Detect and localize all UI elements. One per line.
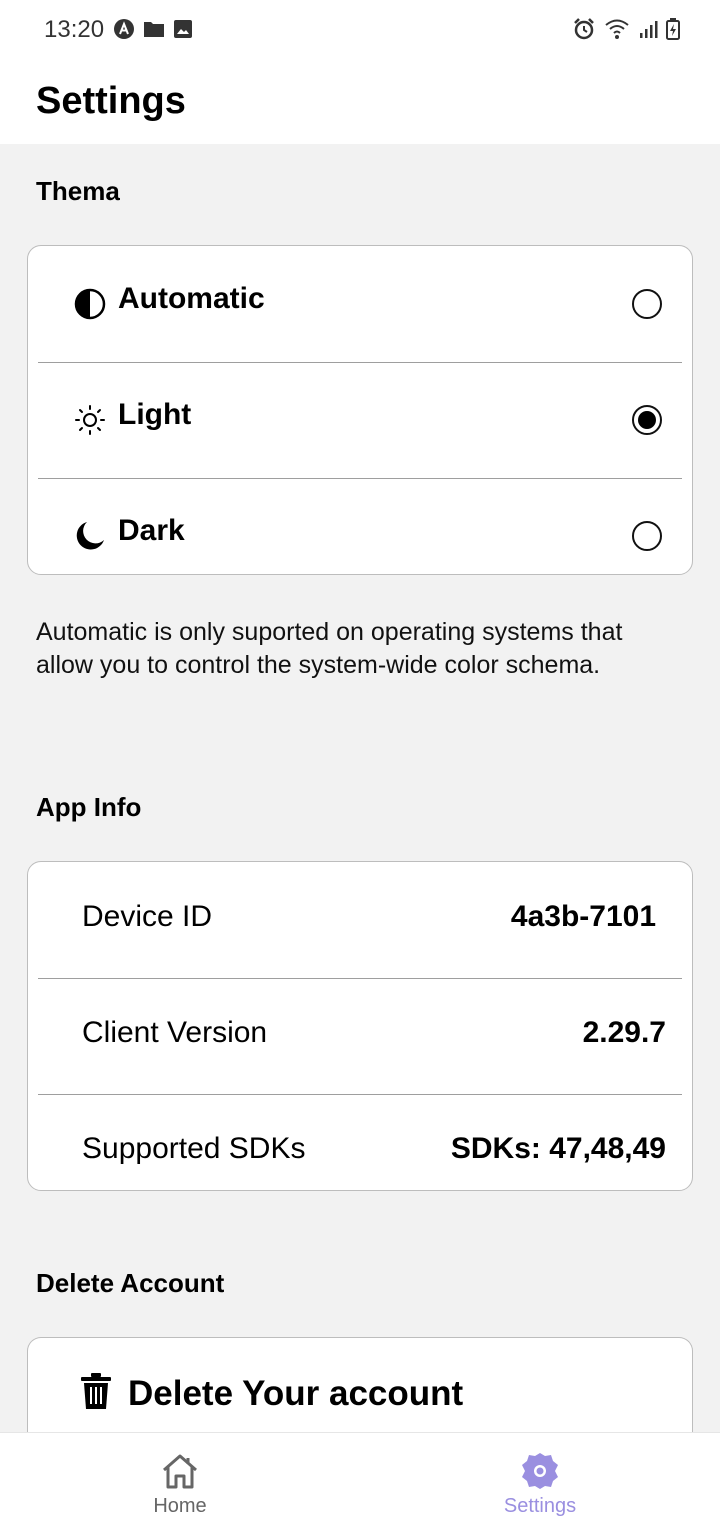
page-title: Settings — [36, 80, 186, 122]
nav-item-settings[interactable]: Settings — [440, 1433, 640, 1520]
theme-option-light[interactable]: Light — [28, 362, 692, 478]
theme-radio-automatic[interactable] — [632, 289, 662, 319]
delete-section-title: Delete Account — [36, 1268, 225, 1298]
info-row-supported-sdks: Supported SDKs SDKs: 47,48,49 — [28, 1094, 692, 1190]
info-value: 4a3b-7101 — [510, 900, 656, 933]
theme-section-title: Thema — [36, 176, 120, 206]
info-key: Supported SDKs — [82, 1132, 306, 1165]
app-bar: Settings — [0, 60, 720, 144]
info-key: Client Version — [82, 1016, 268, 1049]
app-info-section-title: App Info — [36, 792, 142, 822]
moon-icon — [76, 522, 104, 550]
trash-icon — [81, 1373, 111, 1409]
info-value: 2.29.7 — [582, 1016, 666, 1049]
alarm-icon — [574, 18, 594, 40]
info-row-client-version: Client Version 2.29.7 — [28, 978, 692, 1094]
wifi-icon — [605, 19, 629, 39]
home-icon — [163, 1454, 197, 1489]
status-time: 13:20 — [44, 16, 105, 43]
battery-charging-icon — [666, 18, 680, 40]
nav-item-home[interactable]: Home — [80, 1433, 280, 1520]
theme-card: Automatic Light Dark — [27, 245, 693, 575]
theme-radio-dark[interactable] — [632, 521, 662, 551]
gear-icon — [522, 1453, 558, 1489]
nav-label-home: Home — [153, 1495, 207, 1517]
delete-account-label: Delete Your account — [128, 1374, 464, 1413]
folder-icon — [144, 22, 164, 37]
signal-icon — [640, 21, 658, 38]
info-key: Device ID — [82, 900, 213, 933]
bottom-navigation: Home Settings — [0, 1432, 720, 1520]
theme-option-label: Dark — [118, 514, 185, 547]
app-notification-icon — [114, 19, 134, 39]
sun-icon — [75, 405, 105, 435]
info-row-device-id: Device ID 4a3b-7101 — [28, 862, 692, 978]
theme-option-automatic[interactable]: Automatic — [28, 246, 692, 362]
image-icon — [174, 20, 192, 38]
status-bar: 13:20 — [0, 0, 720, 60]
theme-option-dark[interactable]: Dark — [28, 478, 692, 574]
app-info-card: Device ID 4a3b-7101 Client Version 2.29.… — [27, 861, 693, 1191]
theme-radio-light[interactable] — [632, 405, 662, 435]
half-circle-icon — [74, 288, 106, 320]
nav-label-settings: Settings — [503, 1495, 577, 1517]
theme-option-label: Light — [118, 398, 192, 431]
info-value: SDKs: 47,48,49 — [450, 1132, 666, 1165]
theme-option-label: Automatic — [118, 282, 265, 315]
theme-note: Automatic is only suported on operating … — [36, 618, 623, 679]
